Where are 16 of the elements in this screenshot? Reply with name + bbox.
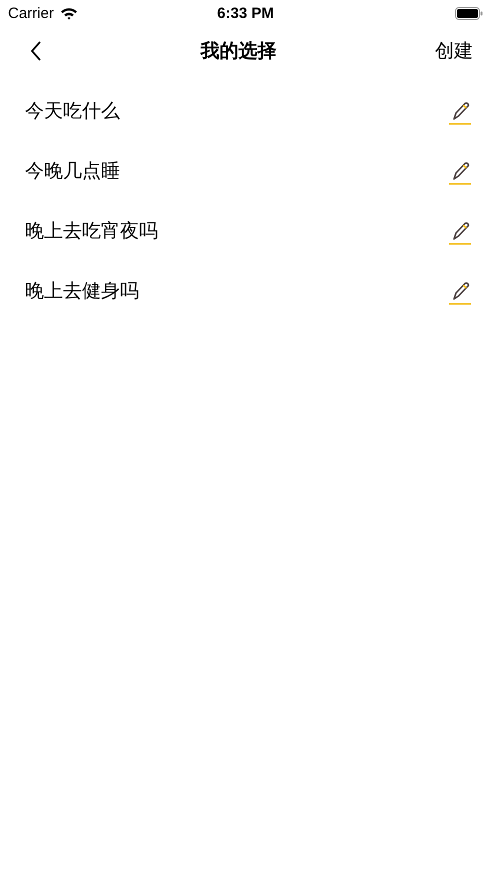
edit-pencil-icon[interactable] <box>448 160 472 186</box>
list-item-label[interactable]: 晚上去吃宵夜吗 <box>25 218 158 244</box>
edit-pencil-icon[interactable] <box>448 280 472 306</box>
create-button[interactable]: 创建 <box>435 38 473 64</box>
edit-pencil-icon[interactable] <box>448 220 472 246</box>
list-item-label[interactable]: 今天吃什么 <box>25 98 120 124</box>
page-title: 我的选择 <box>200 39 276 64</box>
list-item-label[interactable]: 晚上去健身吗 <box>25 278 139 304</box>
list-item-label[interactable]: 今晚几点睡 <box>25 158 120 184</box>
edit-pencil-icon[interactable] <box>448 100 472 126</box>
back-chevron-icon <box>30 41 42 61</box>
carrier-label: Carrier <box>8 4 54 22</box>
status-time: 6:33 PM <box>217 4 274 22</box>
wifi-icon <box>60 6 78 20</box>
battery-icon <box>454 6 483 20</box>
back-button[interactable] <box>30 41 42 61</box>
